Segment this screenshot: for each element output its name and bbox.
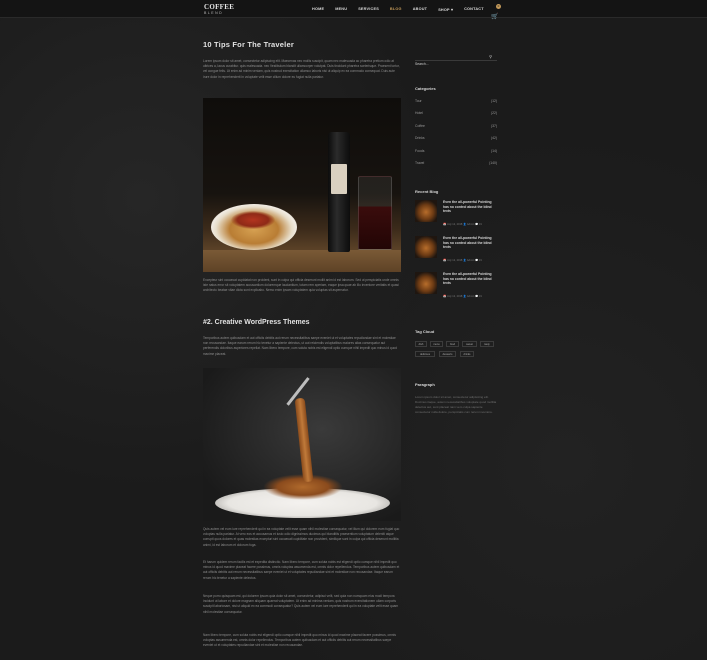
category-count: (37) bbox=[490, 124, 497, 128]
category-name: Drinks bbox=[415, 136, 425, 140]
category-name: Tour bbox=[415, 99, 422, 103]
categories-title: Categories bbox=[415, 86, 436, 91]
category-item[interactable]: Coffee (37) bbox=[415, 124, 497, 128]
post-title: 10 Tips For The Traveler bbox=[203, 40, 294, 49]
tag-link[interactable]: food bbox=[446, 341, 459, 347]
tag-cloud-title: Tag Cloud bbox=[415, 329, 435, 334]
nav-contact[interactable]: CONTACT bbox=[464, 7, 484, 12]
post-intro: Lorem ipsum dolor sit amet, consectetur … bbox=[203, 59, 400, 79]
paragraph-widget-text: Lorem ipsum dolor sit amet, consectetur … bbox=[415, 395, 497, 414]
nav-menu[interactable]: MENU bbox=[335, 7, 347, 12]
category-item[interactable]: Drinks (42) bbox=[415, 136, 497, 140]
nav-blog[interactable]: BLOG bbox=[390, 7, 402, 12]
category-item[interactable]: Foods (14) bbox=[415, 149, 497, 153]
section-paragraph: Temporibus autem quibusdam et aut offici… bbox=[203, 336, 398, 356]
post-paragraph: Quis autem vel eum iure reprehenderit qu… bbox=[203, 527, 400, 547]
category-item[interactable]: Travel (140) bbox=[415, 161, 497, 165]
search-field[interactable]: Search... ⚲ bbox=[415, 52, 497, 66]
cart-icon: 🛒 bbox=[491, 14, 499, 20]
tag-link[interactable]: drinks bbox=[460, 351, 474, 357]
post-header: 10 Tips For The Traveler bbox=[203, 40, 401, 49]
tag-link[interactable]: dish bbox=[415, 341, 427, 347]
post-paragraph: Et harum quidem rerum facilis est et exp… bbox=[203, 560, 400, 580]
nav-services[interactable]: SERVICES bbox=[358, 7, 379, 12]
recent-post-title[interactable]: Even the all-powerful Pointing has no co… bbox=[443, 272, 495, 286]
category-name: Hotel bbox=[415, 111, 423, 115]
recent-post-meta: 📅 July 12, 2018 👤 Admin 💬 19 bbox=[443, 259, 482, 262]
category-name: Travel bbox=[415, 161, 425, 165]
category-item[interactable]: Hotel (22) bbox=[415, 111, 497, 115]
post-paragraph: Nam libero tempore, cum soluta nobis est… bbox=[203, 633, 396, 648]
recent-post-title[interactable]: Even the all-powerful Pointing has no co… bbox=[443, 200, 495, 214]
tag-link[interactable]: menu bbox=[430, 341, 443, 347]
tag-link[interactable]: desserts bbox=[439, 351, 456, 357]
category-item[interactable]: Tour (12) bbox=[415, 99, 497, 103]
category-name: Coffee bbox=[415, 124, 425, 128]
post-paragraph: Excepteur sint occaecat cupidatat non pr… bbox=[203, 278, 399, 293]
main-nav: HOME MENU SERVICES BLOG ABOUT SHOP ▾ CON… bbox=[312, 7, 484, 12]
recent-post-thumbnail[interactable] bbox=[415, 236, 437, 258]
recent-post-thumbnail[interactable] bbox=[415, 200, 437, 222]
cart-button[interactable]: 🛒 0 bbox=[491, 4, 501, 20]
cart-count-badge: 0 bbox=[496, 4, 501, 9]
recent-post-thumbnail[interactable] bbox=[415, 272, 437, 294]
tag-link[interactable]: sweet bbox=[462, 341, 477, 347]
category-name: Foods bbox=[415, 149, 425, 153]
category-count: (22) bbox=[490, 111, 497, 115]
recent-post-meta: 📅 July 12, 2018 👤 Admin 💬 19 bbox=[443, 295, 482, 298]
site-logo[interactable]: COFFEE BLEND bbox=[204, 4, 234, 16]
logo-line1: COFFEE bbox=[204, 3, 235, 11]
recent-post-title[interactable]: Even the all-powerful Pointing has no co… bbox=[443, 236, 495, 250]
nav-shop[interactable]: SHOP ▾ bbox=[438, 7, 453, 12]
logo-line2: BLEND bbox=[204, 11, 224, 15]
recent-post[interactable]: Even the all-powerful Pointing has no co… bbox=[415, 272, 497, 302]
section-title: #2. Creative WordPress Themes bbox=[203, 319, 310, 326]
category-count: (140) bbox=[489, 161, 497, 165]
post-image-pasta-fork bbox=[203, 368, 401, 521]
category-count: (42) bbox=[490, 136, 497, 140]
category-count: (12) bbox=[490, 99, 497, 103]
post-paragraph: Neque porro quisquam est, qui dolorem ip… bbox=[203, 594, 399, 614]
tag-link[interactable]: delicious bbox=[415, 351, 435, 357]
recent-post[interactable]: Even the all-powerful Pointing has no co… bbox=[415, 200, 497, 230]
nav-about[interactable]: ABOUT bbox=[413, 7, 428, 12]
recent-post-meta: 📅 July 12, 2018 👤 Admin 💬 19 bbox=[443, 223, 482, 226]
nav-home[interactable]: HOME bbox=[312, 7, 324, 12]
search-input[interactable]: Search... bbox=[415, 62, 429, 66]
recent-blog-title: Recent Blog bbox=[415, 189, 439, 194]
category-count: (14) bbox=[490, 149, 497, 153]
recent-post[interactable]: Even the all-powerful Pointing has no co… bbox=[415, 236, 497, 266]
tag-link[interactable]: tasty bbox=[480, 341, 494, 347]
post-image-spaghetti bbox=[203, 98, 401, 272]
paragraph-widget-title: Paragraph bbox=[415, 382, 435, 387]
search-icon[interactable]: ⚲ bbox=[489, 54, 492, 59]
